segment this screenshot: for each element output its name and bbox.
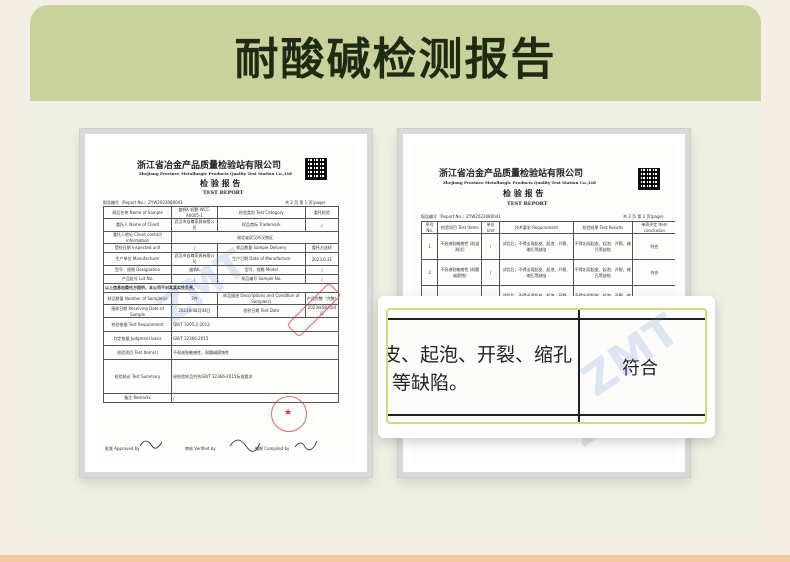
content-panel: 耐酸碱检测报告 浙江省冶金产品质量检验站有限公司 Zhejiang Provin… (30, 5, 761, 535)
table-row: 判定依据 Judgment basis GB/T 32366-2015 (102, 331, 339, 346)
cell: 委托方送样 (304, 243, 340, 253)
cell: 2 (420, 259, 439, 286)
cell: 经检验样品符合GB/T 32366-2015标准要求 (171, 359, 339, 394)
cell: 1 (420, 233, 439, 260)
cell: 检验结论 Test Summary (102, 359, 173, 394)
seal-star-icon: ★ (284, 408, 293, 418)
watermark: ZMT (572, 308, 689, 407)
cell: 检验项目 Test Item(s) (102, 345, 173, 360)
cell: 检验类别 Test Category (216, 206, 306, 219)
page-title: 耐酸碱检测报告 (234, 34, 557, 85)
cell: 湖北省武汉市汉南区 (171, 231, 339, 244)
doc-title-cn: 检 验 报 告 (200, 178, 241, 188)
cell: GB/T 32366-2015 (171, 331, 339, 346)
cell: 判定依据 Judgment basis (102, 331, 173, 346)
header-band: 耐酸碱检测报告 (30, 5, 761, 101)
cell: 委托人 Name of Client (102, 218, 173, 232)
header-cell: 检验项目 Test Items (437, 221, 483, 234)
table-row: 委托人 Name of Client 武汉市自尊家具有限公司 样品商标 Tradem… (102, 218, 340, 232)
report-number: 报告编号（Report No.）ZYW2023080041 (421, 214, 501, 219)
header-cell: 单项评定 Item conclusion (631, 221, 675, 234)
cell: 不耐液贴敏感性 (耐酸碱腐蚀) (437, 259, 483, 286)
cell: 不得出现起皮、起泡、开裂、缩孔等缺陷 (572, 259, 633, 286)
cell: 2023.6.31 (304, 252, 340, 266)
cell: 型号、规格 Designation (102, 265, 173, 275)
cell: 备注 Remarks (102, 393, 173, 403)
cell: 受检日期 Inspected unit (102, 243, 173, 253)
cell: 检验依据 Test Requirement (102, 317, 173, 332)
table-row: 检验项目 Test Item(s) 不耐液贴敏感性，耐酸碱腐蚀性 (102, 345, 339, 360)
cell: 武汉市自尊家具有限公司 (171, 218, 218, 232)
table-row: 检验结论 Test Summary 经检验样品符合GB/T 32366-2015标… (102, 359, 339, 394)
cell: / (481, 259, 501, 286)
cell: 符合 (631, 233, 675, 260)
org-name-cn: 浙江省冶金产品质量检验站有限公司 (439, 169, 584, 179)
cell: 检验日期 Test Date (216, 304, 306, 318)
cell: / (171, 243, 218, 253)
header-cell: 单位 Unit (481, 221, 501, 234)
table-row: 1 不耐液贴敏感性 (耐温测试) / 试验后，不得出现起皮、起泡、开裂、缩孔等缺… (420, 233, 675, 260)
header-cell: 技术要求 Requirement (499, 221, 574, 234)
table-header-row: 序号 No. 检验项目 Test Items 单位 Unit 技术要求 Requ… (420, 221, 675, 234)
cell: / (481, 233, 501, 260)
cell: 产品批号 Lot No. (102, 274, 173, 284)
cell: / (304, 265, 340, 275)
cell: 样品商标 Trademark (216, 218, 306, 232)
zoom-requirement-line-2: 等缺陷。 (392, 372, 469, 394)
zoom-detail: 皮、起泡、开裂、缩孔 等缺陷。 符合 ZMT (386, 308, 707, 424)
cell: / (304, 218, 340, 232)
doc-title-cn: 检 验 报 告 (503, 188, 544, 198)
info-table: 样品名称 Name of Sample 盛帆K 低裂 WCC-A0005-1 检验类… (102, 206, 340, 403)
doc-title-en: TEST REPORT (507, 201, 548, 207)
qr-code-icon (305, 158, 327, 180)
cell: 试验后，不得出现起皮、起泡、开裂、缩孔等缺陷 (499, 259, 574, 286)
signature-icon (139, 439, 318, 452)
cell: 试验后，不得出现起皮、起泡、开裂、缩孔等缺陷 (499, 233, 574, 260)
header-cell: 检验结果 Test Results (572, 221, 633, 234)
divider (388, 414, 705, 416)
zoom-callout: 皮、起泡、开裂、缩孔 等缺陷。 符合 ZMT (378, 296, 715, 438)
report-page-1: 浙江省冶金产品质量检验站有限公司 Zhejiang Province Metal… (95, 144, 357, 462)
cell: / (171, 393, 339, 403)
cell: 不耐液贴敏感性，耐酸碱腐蚀性 (171, 345, 339, 360)
cell: 生产单位 Manufacturer (102, 252, 173, 266)
cell: 不耐液贴敏感性 (耐温测试) (437, 233, 483, 260)
cell: 委托检验 (304, 206, 340, 219)
cell: / (304, 274, 340, 284)
zoom-requirement-line-1: 皮、起泡、开裂、缩孔 (386, 344, 573, 366)
table-row: 备注 Remarks / (102, 393, 339, 403)
cell: 不得出现起皮、起泡、开裂、缩孔等缺陷 (572, 233, 633, 260)
qr-code-icon (638, 168, 660, 190)
doc-title-en: TEST REPORT (203, 190, 244, 196)
table-row: 2 不耐液贴敏感性 (耐酸碱腐蚀) / 试验后，不得出现起皮、起泡、开裂、缩孔等… (420, 259, 675, 286)
page-number: 共 2 页 第 2 页(page) (623, 214, 664, 219)
org-name-en: Zhejiang Province Metallurgic Products Q… (443, 180, 596, 185)
cell: 委托人地址 Client contact information (102, 231, 173, 244)
org-name-en: Zhejiang Province Metallurgic Products Q… (139, 171, 292, 176)
report-frame-left: 浙江省冶金产品质量检验站有限公司 Zhejiang Province Metal… (80, 129, 372, 477)
cell: 样品名称 Name of Sample (102, 206, 173, 219)
cell: 盛帆K 低裂 WCC-A0005-1 (171, 206, 218, 219)
header-cell: 序号 No. (420, 221, 439, 234)
table-row: 样品名称 Name of Sample 盛帆K 低裂 WCC-A0005-1 检验类… (102, 206, 340, 219)
org-name-cn: 浙江省冶金产品质量检验站有限公司 (137, 161, 282, 171)
bottom-strip (0, 555, 790, 562)
table-row: 委托人地址 Client contact information 湖北省武汉市汉南… (102, 231, 339, 244)
cell: 符合 (631, 259, 675, 286)
